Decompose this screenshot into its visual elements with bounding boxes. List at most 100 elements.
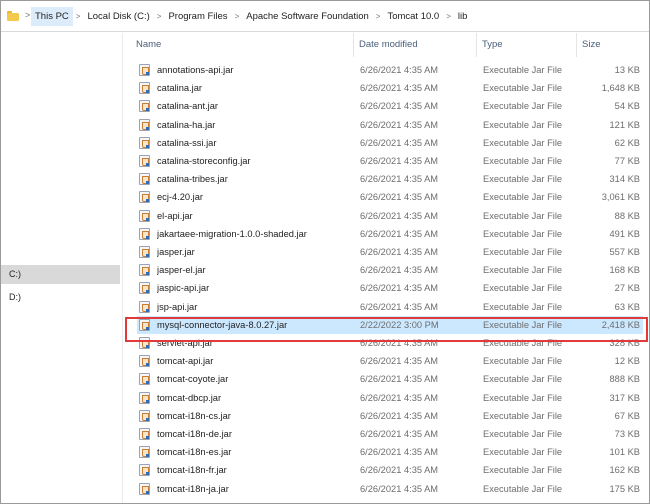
file-size: 1,648 KB <box>601 83 640 94</box>
file-row[interactable]: tomcat-coyote.jar 6/26/2021 4:35 AM Execut… <box>137 370 643 388</box>
file-type: Executable Jar File <box>483 301 563 312</box>
file-type: Executable Jar File <box>483 247 563 257</box>
file-name: ecj-4.20.jar <box>157 192 203 203</box>
file-type: Executable Jar File <box>483 65 563 75</box>
file-type: Executable Jar File <box>483 465 563 476</box>
file-date-modified: 6/26/2021 4:35 AM <box>360 156 439 166</box>
file-row[interactable]: tomcat-i18n-cs.jar 6/26/2021 4:35 AM Execu… <box>137 407 643 425</box>
file-row[interactable]: catalina-ha.jar 6/26/2021 4:35 AM Executab… <box>137 116 643 134</box>
breadcrumb-program-files[interactable]: Program Files <box>164 7 231 26</box>
file-row[interactable]: catalina-storeconfig.jar 6/26/2021 4:35 A… <box>137 152 643 170</box>
jar-file-icon <box>139 373 150 386</box>
column-header: Name Date modified Type Size <box>123 33 649 57</box>
file-name: el-api.jar <box>157 210 193 221</box>
file-row[interactable]: tomcat-i18n-de.jar 6/26/2021 4:35 AM Execu… <box>137 425 643 443</box>
file-type: Executable Jar File <box>483 210 563 221</box>
file-row[interactable]: tomcat-i18n-fr.jar 6/26/2021 4:35 AM Execu… <box>137 461 643 479</box>
jar-file-icon <box>139 191 150 204</box>
address-bar[interactable]: > This PC > Local Disk (C:) > Program Fi… <box>1 1 649 32</box>
file-size: 73 KB <box>614 429 640 439</box>
file-row[interactable]: mysql-connector-java-8.0.27.jar 2/22/2022… <box>137 315 643 334</box>
column-header-type[interactable]: Type <box>477 33 577 57</box>
file-row[interactable]: ecj-4.20.jar 6/26/2021 4:35 AM Executable … <box>137 188 643 206</box>
file-type: Executable Jar File <box>483 192 563 203</box>
file-row[interactable]: jakartaee-migration-1.0.0-shaded.jar 6/26… <box>137 225 643 243</box>
file-row[interactable]: catalina.jar 6/26/2021 4:35 AM Executable … <box>137 79 643 97</box>
column-header-name[interactable]: Name <box>131 33 354 57</box>
file-row[interactable]: tomcat-i18n-es.jar 6/26/2021 4:35 AM Execu… <box>137 443 643 461</box>
file-type: Executable Jar File <box>483 392 563 403</box>
chevron-right-icon[interactable]: > <box>443 7 454 26</box>
jar-file-icon <box>139 136 150 149</box>
file-type: Executable Jar File <box>483 83 563 94</box>
file-type: Executable Jar File <box>483 319 563 330</box>
breadcrumb-local-disk[interactable]: Local Disk (C:) <box>83 7 153 26</box>
file-size: 12 KB <box>614 356 640 367</box>
chevron-right-icon[interactable]: > <box>73 7 84 26</box>
file-name: jasper-el.jar <box>157 265 206 276</box>
column-header-date-modified[interactable]: Date modified <box>354 33 477 57</box>
file-date-modified: 6/26/2021 4:35 AM <box>360 228 439 239</box>
jar-file-icon <box>139 428 150 440</box>
jar-file-icon <box>139 446 150 459</box>
chevron-right-icon[interactable]: > <box>154 7 165 26</box>
file-type: Executable Jar File <box>483 174 563 185</box>
file-size: 888 KB <box>609 374 641 385</box>
jar-file-icon <box>139 227 150 240</box>
file-date-modified: 6/26/2021 4:35 AM <box>360 101 439 112</box>
file-row[interactable]: jasper-el.jar 6/26/2021 4:35 AM Executable… <box>137 261 643 279</box>
file-name: tomcat-api.jar <box>157 356 214 367</box>
file-size: 62 KB <box>614 137 640 148</box>
file-row[interactable]: jaspic-api.jar 6/26/2021 4:35 AM Executabl… <box>137 279 643 297</box>
file-name: mysql-connector-java-8.0.27.jar <box>157 319 288 330</box>
file-size: 63 KB <box>614 301 640 312</box>
file-date-modified: 6/26/2021 4:35 AM <box>360 483 439 494</box>
chevron-right-icon[interactable]: > <box>25 10 30 20</box>
chevron-right-icon[interactable]: > <box>373 7 384 26</box>
breadcrumb-apache-software-foundation[interactable]: Apache Software Foundation <box>242 7 373 26</box>
file-date-modified: 6/26/2021 4:35 AM <box>360 83 439 94</box>
navigation-pane: C:) D:) <box>1 33 122 503</box>
file-type: Executable Jar File <box>483 356 563 367</box>
file-row[interactable]: catalina-ssi.jar 6/26/2021 4:35 AM Executa… <box>137 134 643 152</box>
file-name: jsp-api.jar <box>157 301 198 312</box>
file-row[interactable]: jasper.jar 6/26/2021 4:35 AM Executable Ja… <box>137 243 643 261</box>
file-type: Executable Jar File <box>483 228 563 239</box>
breadcrumb-tomcat[interactable]: Tomcat 10.0 <box>383 7 443 26</box>
jar-file-icon <box>139 482 150 495</box>
nav-item-drive-d[interactable]: D:) <box>1 288 120 307</box>
file-date-modified: 2/22/2022 3:00 PM <box>360 319 439 330</box>
file-row[interactable]: annotations-api.jar 6/26/2021 4:35 AM Exec… <box>137 61 643 79</box>
file-row[interactable]: tomcat-api.jar 6/26/2021 4:35 AM Executabl… <box>137 352 643 370</box>
file-name: catalina-ssi.jar <box>157 137 217 148</box>
file-name: catalina-storeconfig.jar <box>157 156 251 166</box>
chevron-right-icon[interactable]: > <box>232 7 243 26</box>
column-header-size[interactable]: Size <box>577 33 643 57</box>
file-size: 557 KB <box>609 247 641 257</box>
file-type: Executable Jar File <box>483 374 563 385</box>
file-name: tomcat-dbcp.jar <box>157 392 222 403</box>
file-row[interactable]: tomcat-dbcp.jar 6/26/2021 4:35 AM Executab… <box>137 389 643 407</box>
jar-file-icon <box>139 409 150 422</box>
file-row[interactable]: tomcat-i18n-ja.jar 6/26/2021 4:35 AM Execu… <box>137 480 643 498</box>
file-type: Executable Jar File <box>483 283 563 294</box>
file-size: 3,061 KB <box>601 192 640 203</box>
nav-item-drive-c[interactable]: C:) <box>1 265 120 284</box>
file-date-modified: 6/26/2021 4:35 AM <box>360 265 439 276</box>
file-size: 13 KB <box>614 65 640 75</box>
file-row[interactable]: el-api.jar 6/26/2021 4:35 AM Executable Ja… <box>137 207 643 225</box>
file-size: 2,418 KB <box>601 319 640 330</box>
jar-file-icon <box>139 300 150 313</box>
breadcrumb: This PC > Local Disk (C:) > Program File… <box>31 7 471 26</box>
breadcrumb-this-pc[interactable]: This PC <box>31 7 73 26</box>
file-row[interactable]: catalina-ant.jar 6/26/2021 4:35 AM Executa… <box>137 97 643 115</box>
jar-file-icon <box>139 391 150 404</box>
file-row[interactable]: servlet-api.jar 6/26/2021 4:35 AM Executab… <box>137 334 643 352</box>
file-name: catalina.jar <box>157 83 202 94</box>
file-name: tomcat-i18n-ja.jar <box>157 483 229 494</box>
file-row[interactable]: jsp-api.jar 6/26/2021 4:35 AM Executable J… <box>137 298 643 316</box>
breadcrumb-lib[interactable]: lib <box>454 7 472 26</box>
file-row[interactable]: catalina-tribes.jar 6/26/2021 4:35 AM Exec… <box>137 170 643 188</box>
file-date-modified: 6/26/2021 4:35 AM <box>360 392 439 403</box>
file-size: 121 KB <box>609 119 641 130</box>
